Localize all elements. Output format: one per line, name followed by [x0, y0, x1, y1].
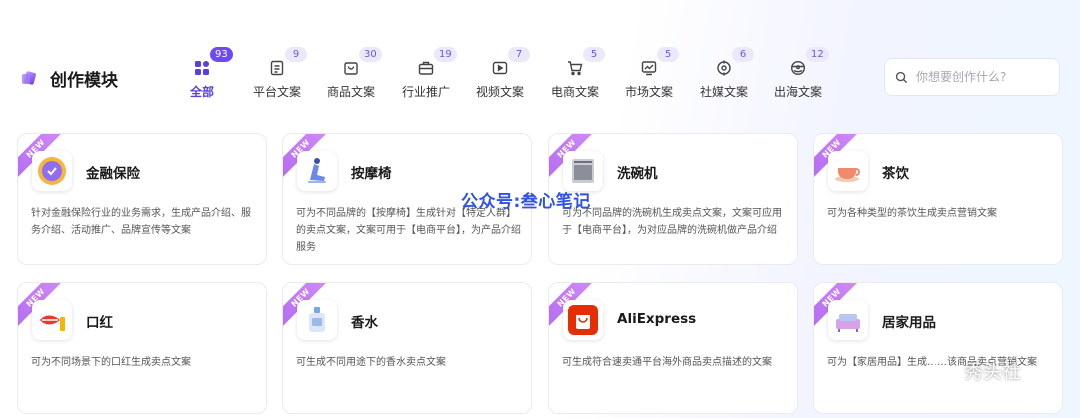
- home-goods-icon: [828, 300, 868, 340]
- card-tea-drink[interactable]: NEW 茶饮 可为各种类型的茶饮生成卖点营销文案: [813, 133, 1063, 265]
- grid-icon: [193, 59, 211, 77]
- shopping-bag-icon: [342, 59, 360, 77]
- card-lipstick[interactable]: NEW 口红 可为不同场景下的口红生成卖点文案: [17, 282, 267, 414]
- tab-label: 视频文案: [475, 85, 524, 99]
- tab-social-copy[interactable]: 6 社媒文案: [684, 47, 764, 102]
- briefcase-icon: [417, 59, 435, 77]
- watermark-center: 公众号:叁心笔记: [461, 192, 591, 212]
- tab-label: 电商文案: [550, 85, 599, 99]
- category-tabs: 93 全部 9 平台文案 30 商品文案 19 行业推广 7 视频文案 5 电商…: [0, 0, 860, 110]
- search-input[interactable]: [916, 70, 1046, 84]
- card-description: 可为不同场景下的口红生成卖点文案: [31, 357, 191, 368]
- tab-label: 商品文案: [326, 85, 375, 99]
- tea-cup-icon: [828, 151, 868, 191]
- tab-count-badge: 12: [806, 47, 829, 62]
- search-icon: [895, 71, 908, 83]
- watermark-corner-text: 秀头社: [964, 361, 1022, 383]
- wechat-icon: [931, 360, 957, 380]
- tab-count-badge: 5: [583, 47, 605, 62]
- card-title: AliExpress: [617, 311, 697, 327]
- tab-label: 社媒文案: [699, 85, 748, 99]
- tab-count-badge: 93: [210, 47, 233, 62]
- tab-count-badge: 7: [508, 47, 530, 62]
- social-icon: [715, 59, 733, 77]
- card-description: 可生成符合速卖通平台海外商品卖点描述的文案: [562, 357, 772, 368]
- card-title: 洗碗机: [617, 166, 658, 182]
- card-title: 香水: [351, 315, 378, 331]
- cart-icon: [566, 59, 584, 77]
- tab-label: 行业推广: [401, 85, 450, 99]
- chart-icon: [640, 59, 658, 77]
- card-aliexpress[interactable]: NEW AliExpress 可生成符合速卖通平台海外商品卖点描述的文案: [548, 282, 798, 414]
- tab-ecommerce-copy[interactable]: 5 电商文案: [535, 47, 615, 102]
- card-description: 可为不同品牌的洗碗机生成卖点文案，文案可应用于【电商平台】，为对应品牌的洗碗机做…: [562, 208, 782, 236]
- card-title: 按摩椅: [351, 166, 392, 182]
- card-title: 茶饮: [882, 166, 909, 182]
- globe-icon: [789, 59, 807, 77]
- tab-platform-copy[interactable]: 9 平台文案: [237, 47, 317, 102]
- watermark-corner: 秀头社: [930, 357, 1021, 384]
- lipstick-icon: [32, 300, 72, 340]
- card-finance-insurance[interactable]: NEW 金融保险 针对金融保险行业的业务需求，生成产品介绍、服务介绍、活动推广、…: [17, 133, 267, 265]
- tab-count-badge: 9: [285, 47, 307, 62]
- card-description: 可为各种类型的茶饮生成卖点营销文案: [827, 208, 997, 219]
- tab-market-copy[interactable]: 5 市场文案: [609, 47, 689, 102]
- tab-count-badge: 19: [434, 47, 457, 62]
- perfume-icon: [297, 300, 337, 340]
- finance-insurance-icon: [32, 151, 72, 191]
- card-title: 居家用品: [882, 315, 936, 331]
- tab-count-badge: 5: [657, 47, 679, 62]
- tab-video-copy[interactable]: 7 视频文案: [460, 47, 540, 102]
- document-icon: [268, 59, 286, 77]
- tab-all[interactable]: 93 全部: [162, 47, 242, 102]
- card-description: 可生成不同用途下的香水卖点文案: [296, 357, 446, 368]
- tab-overseas-copy[interactable]: 12 出海文案: [758, 47, 838, 102]
- search-box[interactable]: [884, 58, 1060, 96]
- video-icon: [491, 59, 509, 77]
- tab-label: 市场文案: [624, 85, 673, 99]
- card-title: 金融保险: [86, 166, 140, 182]
- tab-industry-promo[interactable]: 19 行业推广: [386, 47, 466, 102]
- tab-label: 全部: [189, 85, 214, 99]
- card-title: 口红: [86, 315, 113, 331]
- dishwasher-icon: [563, 151, 603, 191]
- tab-count-badge: 6: [732, 47, 754, 62]
- aliexpress-icon: [563, 300, 603, 340]
- card-perfume[interactable]: NEW 香水 可生成不同用途下的香水卖点文案: [282, 282, 532, 414]
- massage-chair-icon: [297, 151, 337, 191]
- card-description: 可为不同品牌的【按摩椅】生成针对【特定人群】的卖点文案，文案可用于【电商平台】，…: [296, 208, 521, 253]
- tab-label: 平台文案: [252, 85, 301, 99]
- card-home-goods[interactable]: NEW 居家用品 可为【家居用品】生成……该商品卖点营销文案: [813, 282, 1063, 414]
- tab-label: 出海文案: [773, 85, 822, 99]
- tab-count-badge: 30: [359, 47, 382, 62]
- tab-product-copy[interactable]: 30 商品文案: [311, 47, 391, 102]
- card-description: 针对金融保险行业的业务需求，生成产品介绍、服务介绍、活动推广、品牌宣传等文案: [31, 208, 251, 236]
